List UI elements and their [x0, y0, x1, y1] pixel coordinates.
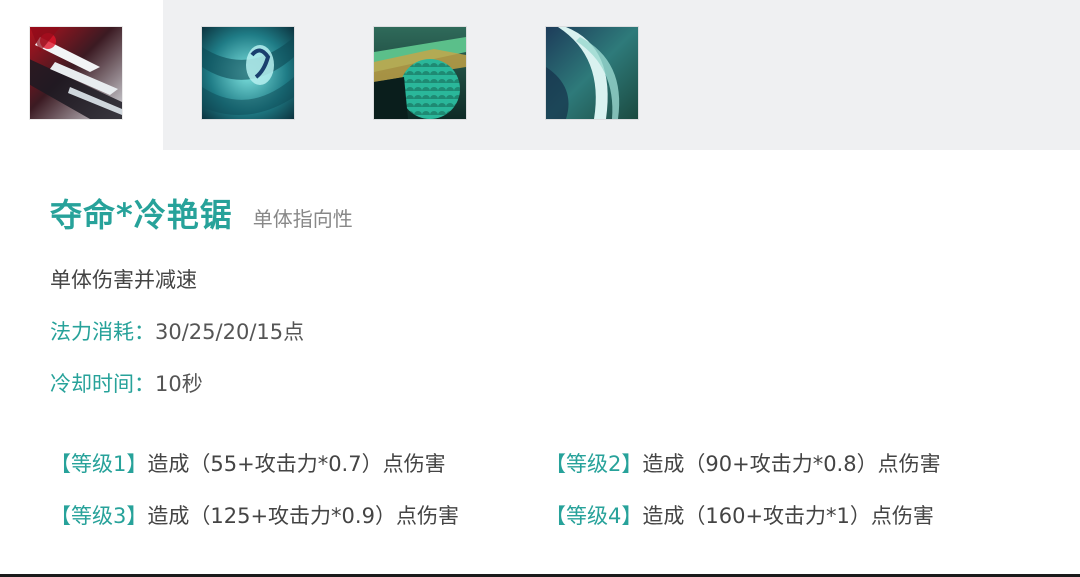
- level-tag: 【等级4】: [545, 504, 643, 528]
- skill-tab-2[interactable]: [172, 0, 335, 150]
- hand-grip-icon[interactable]: [202, 27, 294, 119]
- level-effect-2: 【等级2】造成（90+攻击力*0.8）点伤害: [545, 448, 941, 478]
- level-tag: 【等级2】: [545, 452, 643, 476]
- skill-tab-1[interactable]: [0, 0, 163, 150]
- level-effect-4: 【等级4】造成（160+攻击力*1）点伤害: [545, 500, 934, 530]
- level-tag: 【等级1】: [50, 452, 148, 476]
- level-effect-3: 【等级3】造成（125+攻击力*0.9）点伤害: [50, 500, 459, 530]
- level-effect-1: 【等级1】造成（55+攻击力*0.7）点伤害: [50, 448, 446, 478]
- skill-description: 单体伤害并减速: [50, 268, 197, 292]
- level-effect-text: 造成（90+攻击力*0.8）点伤害: [642, 452, 941, 476]
- level-effect-text: 造成（125+攻击力*0.9）点伤害: [147, 504, 459, 528]
- skill-type: 单体指向性: [252, 207, 353, 231]
- level-effect-text: 造成（160+攻击力*1）点伤害: [642, 504, 934, 528]
- cooldown-label: 冷却时间：: [50, 372, 155, 396]
- cooldown-value: 10秒: [155, 372, 203, 396]
- mana-cost-value: 30/25/20/15点: [155, 320, 305, 344]
- level-tag: 【等级3】: [50, 504, 148, 528]
- level-effect-text: 造成（55+攻击力*0.7）点伤害: [147, 452, 446, 476]
- wind-blade-icon[interactable]: [546, 27, 638, 119]
- skill-tab-bar: [0, 0, 1080, 150]
- scaled-armor-icon[interactable]: [374, 27, 466, 119]
- blade-slash-icon[interactable]: [30, 27, 122, 119]
- cooldown: 冷却时间：10秒: [50, 368, 203, 398]
- skill-name: 夺命*冷艳锯: [50, 196, 233, 234]
- skill-tab-4[interactable]: [516, 0, 679, 150]
- skill-title-row: 夺命*冷艳锯 单体指向性: [50, 190, 353, 234]
- mana-cost: 法力消耗：30/25/20/15点: [50, 316, 304, 346]
- mana-cost-label: 法力消耗：: [50, 320, 155, 344]
- skill-tab-3[interactable]: [344, 0, 507, 150]
